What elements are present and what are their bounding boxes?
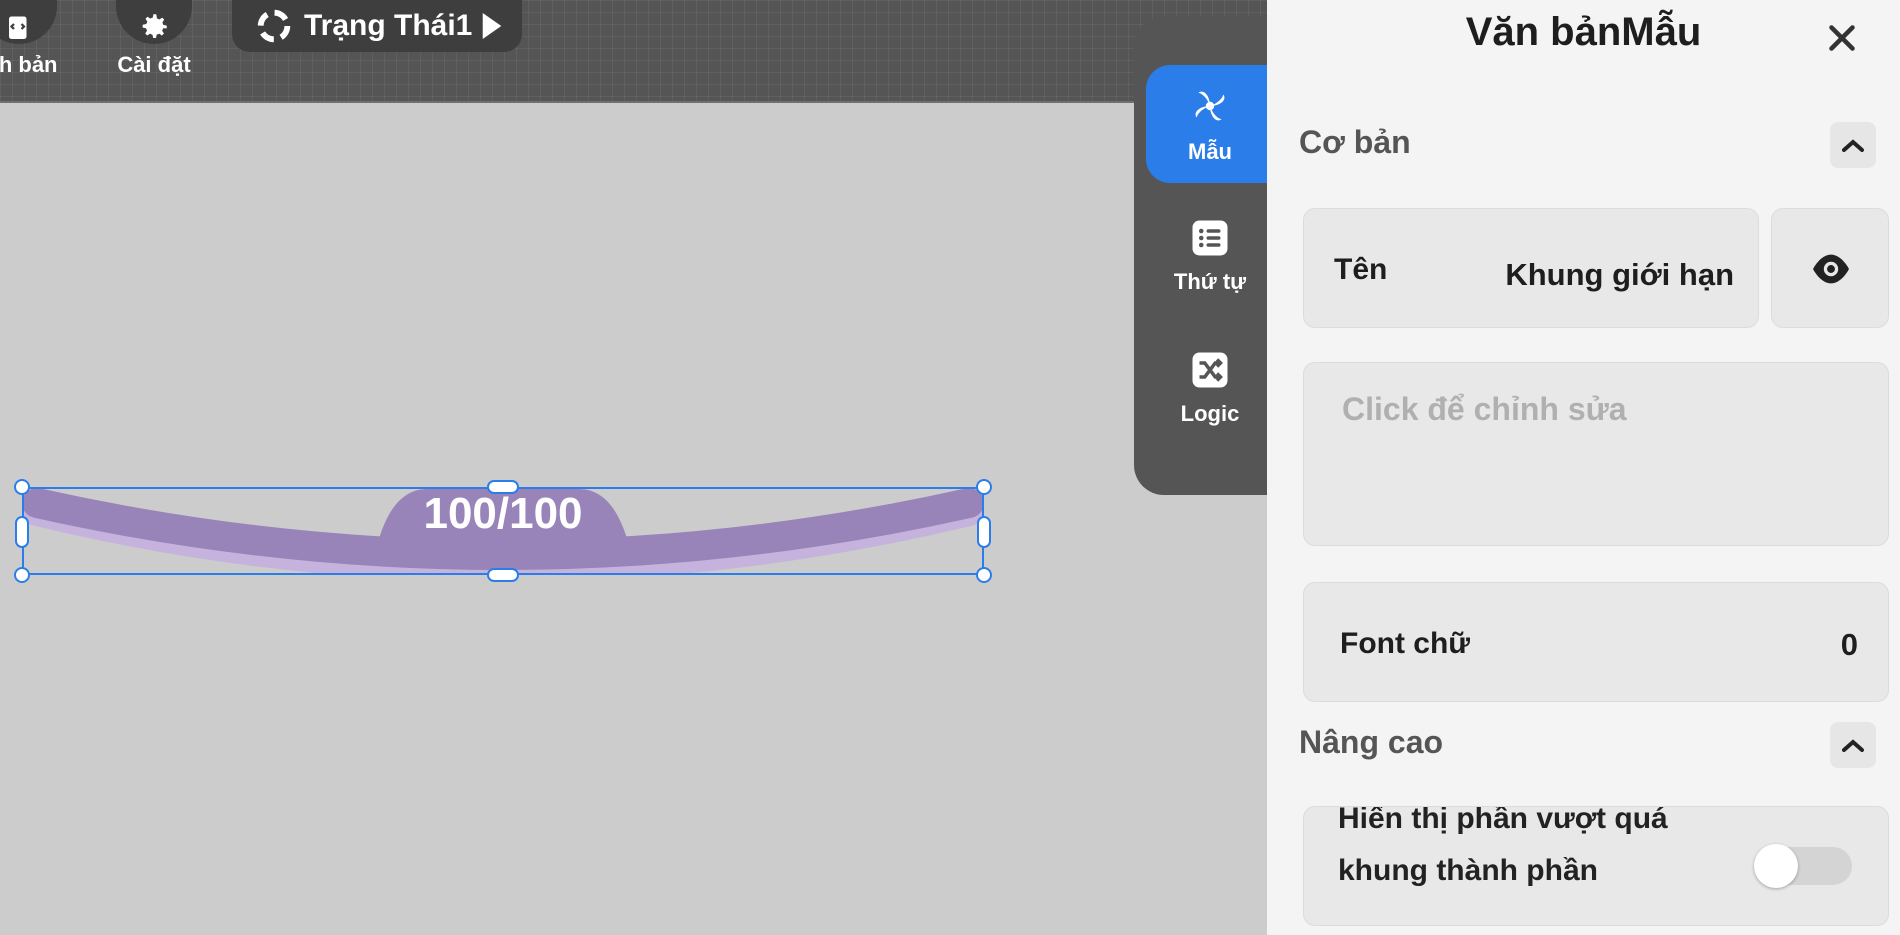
font-field-value: 0 (1840, 627, 1858, 662)
nav-item-order[interactable]: Thứ tự (1146, 197, 1274, 315)
basic-collapse-button[interactable] (1830, 122, 1876, 168)
script-icon (0, 0, 57, 44)
eye-icon (1813, 254, 1849, 284)
nav-item-template[interactable]: Mẫu (1146, 65, 1274, 183)
visibility-toggle-button[interactable] (1771, 208, 1889, 328)
resize-handle-bottom-left[interactable] (14, 567, 30, 583)
state-selector[interactable]: Trạng Thái1 (232, 0, 522, 52)
name-field-value: Khung giới hạn (1505, 257, 1734, 292)
state-ring-icon (257, 9, 291, 43)
properties-panel: Văn bảnMẫu Cơ bản Tên Khung giới hạn Cli… (1267, 0, 1900, 935)
basic-section-title: Cơ bản (1299, 124, 1411, 160)
close-button[interactable] (1824, 20, 1860, 56)
toggle-knob (1754, 844, 1798, 888)
script-button[interactable]: ịch bản (0, 0, 64, 78)
gear-icon (116, 0, 192, 44)
overflow-setting-row: Hiển thị phần vượt quá khung thành phần (1303, 806, 1889, 926)
panel-title: Văn bảnMẫu (1465, 10, 1702, 54)
chevron-up-icon (1842, 139, 1864, 152)
shuffle-icon (1192, 352, 1228, 388)
state-label: Trạng Thái1 (304, 9, 473, 42)
nav-label-order: Thứ tự (1173, 269, 1247, 294)
text-content-editor[interactable]: Click để chỉnh sửa (1303, 362, 1889, 546)
resize-handle-top-left[interactable] (14, 479, 30, 495)
play-icon (483, 13, 502, 39)
canvas-progress-element[interactable]: 100/100 (14, 479, 992, 583)
overflow-setting-label: Hiển thị phần vượt quá khung thành phần (1338, 806, 1668, 887)
name-field[interactable]: Tên Khung giới hạn (1303, 208, 1759, 328)
font-field[interactable]: Font chữ 0 (1303, 582, 1889, 702)
resize-handle-left[interactable] (15, 516, 29, 548)
script-label: ịch bản (0, 52, 58, 77)
nav-item-logic[interactable]: Logic (1146, 329, 1274, 447)
selection-box (22, 487, 984, 575)
list-icon (1192, 220, 1228, 256)
settings-label: Cài đặt (117, 52, 191, 77)
pinwheel-icon (1195, 91, 1225, 121)
side-nav: Mẫu Thứ tự Logic (1134, 17, 1274, 495)
resize-handle-top-right[interactable] (976, 479, 992, 495)
resize-handle-bottom[interactable] (487, 568, 519, 582)
resize-handle-right[interactable] (977, 516, 991, 548)
font-field-label: Font chữ (1340, 627, 1471, 660)
name-field-label: Tên (1334, 253, 1388, 286)
advanced-section-title: Nâng cao (1299, 724, 1444, 760)
resize-handle-bottom-right[interactable] (976, 567, 992, 583)
chevron-up-icon (1842, 739, 1864, 752)
settings-button[interactable]: Cài đặt (109, 0, 199, 78)
overflow-toggle[interactable] (1754, 844, 1852, 888)
nav-label-template: Mẫu (1188, 139, 1232, 164)
nav-label-logic: Logic (1180, 401, 1240, 426)
resize-handle-top[interactable] (487, 480, 519, 494)
advanced-collapse-button[interactable] (1830, 722, 1876, 768)
close-icon (1829, 25, 1855, 51)
text-content-placeholder: Click để chỉnh sửa (1342, 391, 1627, 427)
top-toolbar: ịch bản Cài đặt Trạng Thái1 (0, 0, 1267, 103)
